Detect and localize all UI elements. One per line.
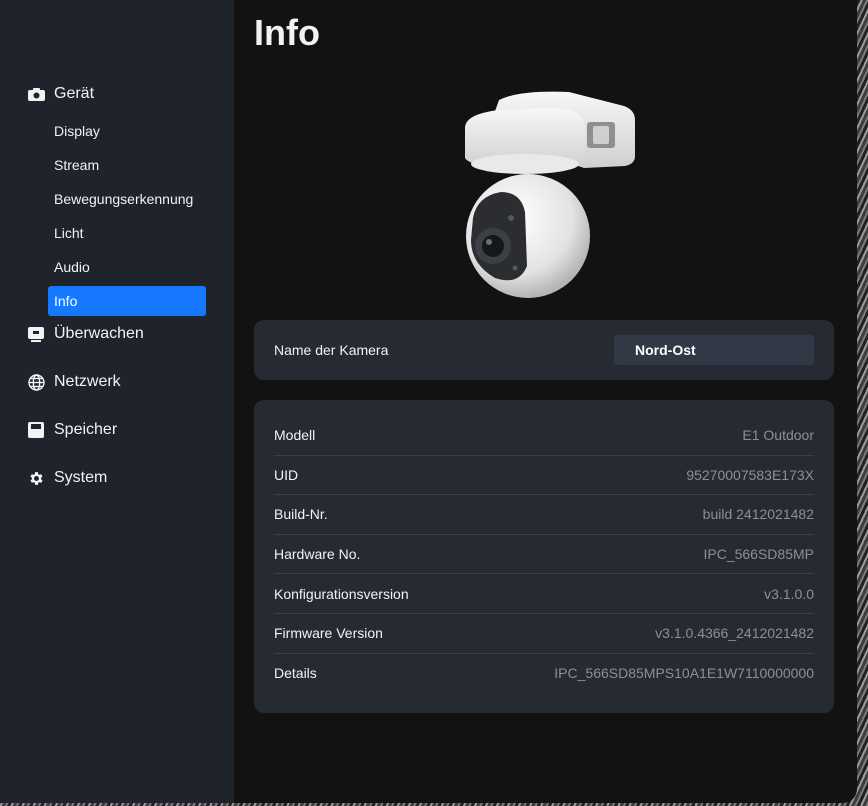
info-row-model: Modell E1 Outdoor [274,416,814,456]
camera-icon [27,85,45,103]
info-label: Konfigurationsversion [274,585,409,602]
sidebar-group-ueberwachen[interactable]: Überwachen [0,320,234,348]
info-row-hardware: Hardware No. IPC_566SD85MP [274,535,814,575]
camera-name-label: Name der Kamera [274,342,389,358]
sidebar-group-label: Speicher [54,421,118,438]
info-label: Firmware Version [274,625,383,642]
info-value: build 2412021482 [702,506,814,523]
camera-name-field[interactable]: Nord-Ost [614,335,814,365]
camera-name-card: Name der Kamera Nord-Ost [254,320,834,380]
sidebar-item-info[interactable]: Info [48,286,206,316]
page-title: Info [254,12,320,53]
sidebar-item-light[interactable]: Licht [48,218,206,248]
sidebar-group-label: Gerät [54,85,95,102]
info-label: Build-Nr. [274,506,328,523]
info-value: IPC_566SD85MPS10A1E1W7110000000 [554,665,814,682]
sidebar-group-label: Überwachen [54,325,144,342]
info-value: v3.1.0.4366_2412021482 [655,625,814,642]
info-row-firmware: Firmware Version v3.1.0.4366_2412021482 [274,614,814,654]
globe-icon [27,373,45,391]
info-label: Details [274,665,317,682]
camera-product-image [459,88,649,303]
device-submenu: Display Stream Bewegungserkennung Licht … [0,116,234,316]
sidebar-item-display[interactable]: Display [48,116,206,146]
gear-icon [27,469,45,487]
sidebar-item-motion-detection[interactable]: Bewegungserkennung [48,184,206,214]
settings-window: Gerät Display Stream Bewegungserkennung … [0,0,857,803]
info-label: Hardware No. [274,546,361,563]
sidebar-item-stream[interactable]: Stream [48,150,206,180]
info-value: IPC_566SD85MP [703,546,814,563]
device-info-card: Modell E1 Outdoor UID 95270007583E173X B… [254,400,834,713]
info-value: E1 Outdoor [742,427,814,444]
camera-name-row: Name der Kamera Nord-Ost [254,320,834,380]
info-row-build: Build-Nr. build 2412021482 [274,495,814,535]
info-label: Modell [274,427,316,444]
info-row-details: Details IPC_566SD85MPS10A1E1W7110000000 [274,654,814,694]
info-label: UID [274,466,299,483]
info-row-uid: UID 95270007583E173X [274,456,814,496]
sidebar-group-label: System [54,469,108,486]
sidebar-item-audio[interactable]: Audio [48,252,206,282]
storage-icon [27,421,45,439]
main-content: Info Name der Kamera Nord-Ost Modell E1 … [234,0,857,803]
sidebar-group-netzwerk[interactable]: Netzwerk [0,368,234,396]
sidebar-group-label: Netzwerk [54,373,121,390]
sidebar-group-geraet[interactable]: Gerät [0,80,234,108]
monitor-icon [27,325,45,343]
sidebar-group-system[interactable]: System [0,464,234,492]
info-value: v3.1.0.0 [764,585,814,602]
sidebar: Gerät Display Stream Bewegungserkennung … [0,0,234,803]
info-row-config-version: Konfigurationsversion v3.1.0.0 [274,574,814,614]
sidebar-group-speicher[interactable]: Speicher [0,416,234,444]
info-value: 95270007583E173X [686,466,814,483]
